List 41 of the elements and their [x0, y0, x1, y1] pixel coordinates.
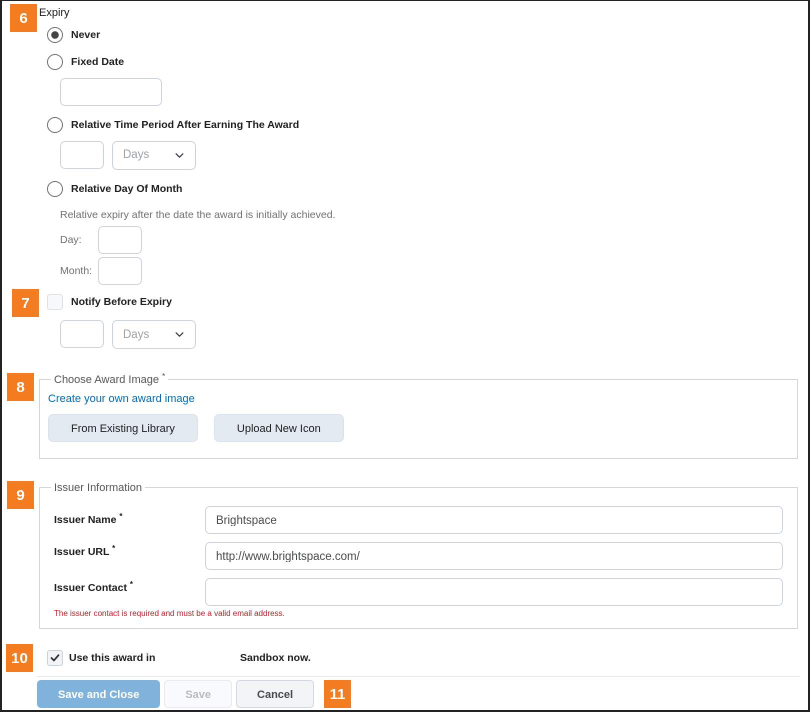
option-label: Fixed Date — [71, 54, 124, 69]
checkbox[interactable] — [47, 294, 63, 310]
radio-button[interactable] — [47, 116, 63, 132]
radio-button[interactable] — [47, 26, 63, 42]
text-field[interactable] — [98, 257, 142, 286]
field-label: Issuer Name $^{*}$ — [54, 510, 124, 527]
field-label: Issuer URL $^{*}$ — [54, 542, 116, 559]
radio-button[interactable] — [47, 180, 63, 196]
callout-badge: 11 — [324, 680, 352, 708]
callout-badge: 6 — [10, 4, 37, 32]
callout-badge: 9 — [7, 481, 34, 510]
create-image-link[interactable]: Create your own award image — [48, 390, 195, 406]
text-field[interactable] — [205, 578, 783, 606]
field-label: Issuer Contact $^{*}$ — [54, 578, 134, 595]
field-label: Day: — [60, 232, 83, 248]
field-label: Month: — [60, 263, 94, 278]
option-label: Relative Time Period After Earning The Award — [71, 116, 300, 132]
group-legend: Issuer Information — [51, 479, 146, 496]
group-legend: Choose Award Image $^{*}$ — [51, 371, 168, 388]
option-label: Use this award in — [69, 650, 156, 665]
text-field[interactable]: Brightspace — [205, 506, 783, 534]
image-source-button[interactable]: From Existing Library — [48, 414, 198, 442]
action-button[interactable]: Cancel — [236, 680, 314, 708]
option-label: Relative Day Of Month — [71, 180, 182, 196]
checkbox[interactable] — [47, 650, 63, 666]
help-text: Relative expiry after the date the award is initially achieved. — [60, 206, 336, 222]
callout-badge: 8 — [7, 373, 34, 402]
radio-button[interactable] — [47, 54, 63, 70]
text-field[interactable] — [60, 140, 104, 168]
text-field[interactable]: http://www.brightspace.com/ — [205, 542, 783, 570]
text-field[interactable] — [60, 320, 104, 348]
option-label: Never — [71, 26, 100, 42]
option-label: Notify Before Expiry — [71, 294, 172, 310]
error-message: The issuer contact is required and must be a valid email address. — [54, 608, 286, 620]
image-source-button[interactable]: Upload New Icon — [214, 414, 344, 442]
text-field[interactable] — [60, 78, 162, 106]
callout-badge: 10 — [6, 644, 33, 672]
callout-badge: 7 — [12, 289, 39, 318]
org-name: Sandbox now. — [240, 650, 311, 665]
text-field[interactable] — [98, 226, 142, 254]
section-heading: Expiry — [39, 5, 71, 20]
